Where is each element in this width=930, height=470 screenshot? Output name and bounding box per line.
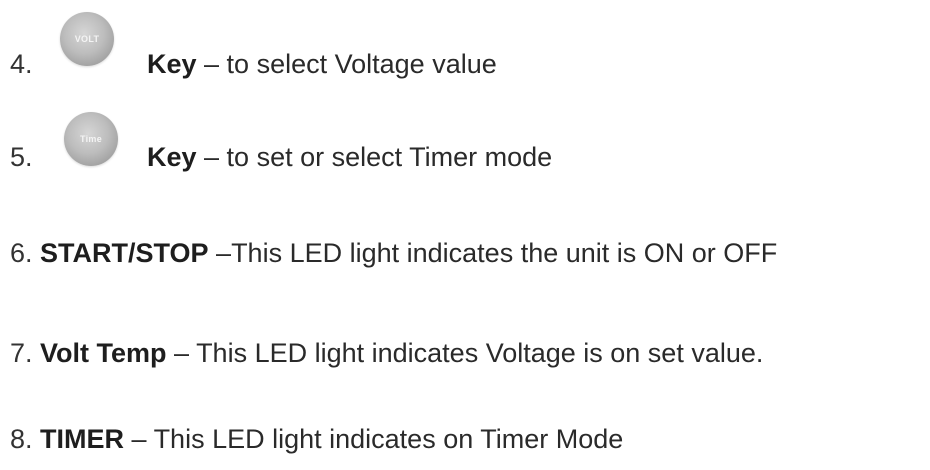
item-bold-label: START/STOP [40, 238, 209, 268]
item-text: –This LED light indicates the unit is ON… [208, 238, 778, 268]
item-description: Key – to select Voltage value [147, 48, 497, 80]
item-text: – to set or select Timer mode [196, 142, 553, 172]
list-item-4: 4. Key – to select Voltage value [10, 48, 497, 80]
item-number: 4. [10, 49, 33, 79]
item-description: Key – to set or select Timer mode [147, 141, 552, 173]
list-item-6: 6. START/STOP –This LED light indicates … [10, 237, 777, 269]
item-number: 8. [10, 424, 41, 454]
item-bold-label: Key [147, 49, 197, 79]
volt-key-label: VOLT [74, 34, 100, 44]
item-text: – This LED light indicates Voltage is on… [166, 338, 764, 368]
timer-key-label: Time [79, 134, 103, 144]
item-bold-label: Volt Temp [40, 338, 167, 368]
item-bold-label: TIMER [40, 424, 125, 454]
item-text: – This LED light indicates on Timer Mode [124, 424, 624, 454]
item-number: 6. [10, 238, 41, 268]
item-bold-label: Key [147, 142, 197, 172]
item-number: 7. [10, 338, 41, 368]
instruction-page: VOLT 4. Key – to select Voltage value Ti… [0, 0, 930, 470]
volt-key-icon: VOLT [60, 12, 114, 66]
list-item-7: 7. Volt Temp – This LED light indicates … [10, 337, 763, 369]
item-number: 5. [10, 142, 33, 172]
list-item-8: 8. TIMER – This LED light indicates on T… [10, 423, 623, 455]
item-text: – to select Voltage value [196, 49, 497, 79]
timer-key-icon: Time [64, 112, 118, 166]
list-item-5: 5. Key – to set or select Timer mode [10, 141, 552, 173]
